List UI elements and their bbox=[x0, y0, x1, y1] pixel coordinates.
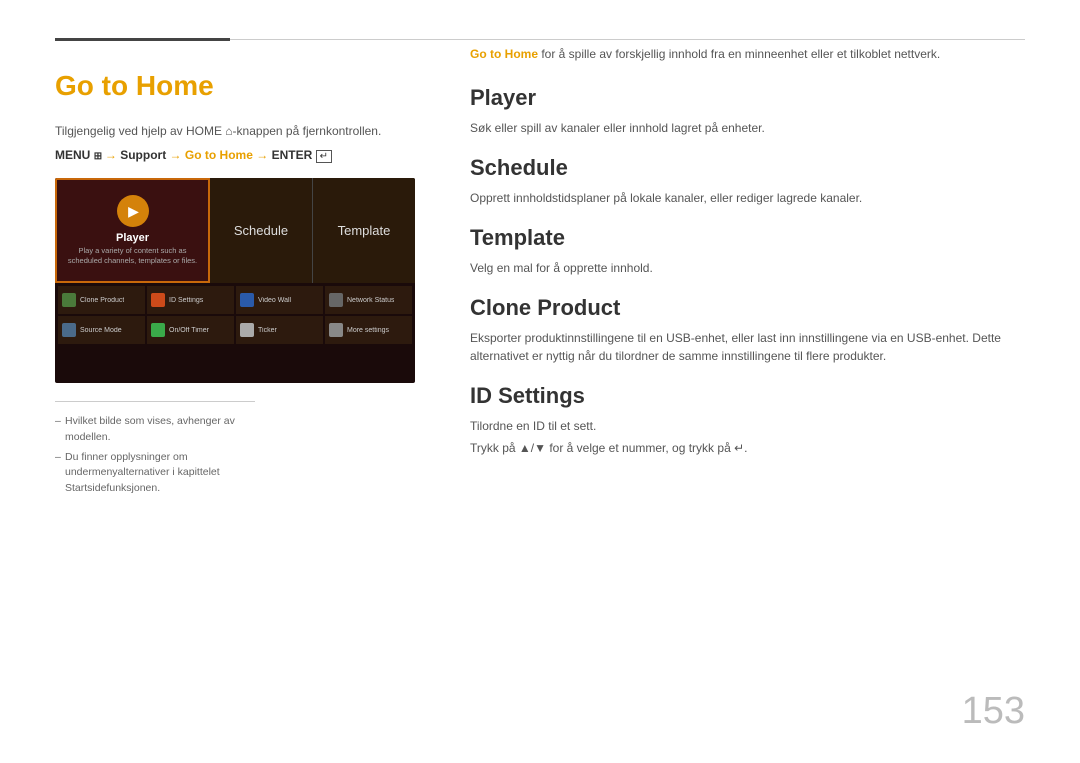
screen-bottom-grid: Clone Product ID Settings Video Wall Net… bbox=[55, 283, 415, 347]
line-light bbox=[230, 39, 1025, 40]
grid-icon-video bbox=[240, 293, 254, 307]
schedule-tile-label: Schedule bbox=[234, 223, 288, 238]
grid-item-more: More settings bbox=[325, 316, 412, 344]
template-tile: Template bbox=[313, 178, 415, 283]
grid-icon-source bbox=[62, 323, 76, 337]
arrow1: → bbox=[105, 148, 120, 162]
go-to-home-path: Go to Home bbox=[185, 148, 253, 162]
top-decorative-lines bbox=[0, 38, 1080, 41]
grid-icon-network bbox=[329, 293, 343, 307]
grid-icon-clone bbox=[62, 293, 76, 307]
grid-item-network: Network Status bbox=[325, 286, 412, 314]
player-tile-sub: Play a variety of content such as schedu… bbox=[65, 246, 200, 266]
left-column: Go to Home Tilgjengelig ved hjelp av HOM… bbox=[0, 0, 430, 763]
section-desc-template: Velg en mal for å opprette innhold. bbox=[470, 259, 1025, 277]
screen-top-bar: Player Play a variety of content such as… bbox=[55, 178, 415, 283]
grid-item-source: Source Mode bbox=[58, 316, 145, 344]
menu-path: MENU ⊞ → Support → Go to Home → ENTER ↵ bbox=[55, 148, 395, 163]
grid-item-video: Video Wall bbox=[236, 286, 323, 314]
screen-mockup: Player Play a variety of content such as… bbox=[55, 178, 415, 383]
right-intro: Go to Home for å spille av forskjellig i… bbox=[470, 40, 1025, 63]
section-title-player: Player bbox=[470, 85, 1025, 111]
arrow3: → bbox=[256, 148, 271, 162]
section-title-id: ID Settings bbox=[470, 383, 1025, 409]
go-to-home-link: Go to Home bbox=[470, 47, 538, 61]
grid-icon-timer bbox=[151, 323, 165, 337]
grid-item-id: ID Settings bbox=[147, 286, 234, 314]
grid-label-more: More settings bbox=[347, 327, 389, 334]
grid-label-clone: Clone Product bbox=[80, 297, 124, 304]
grid-label-network: Network Status bbox=[347, 297, 394, 304]
right-column: Go to Home for å spille av forskjellig i… bbox=[430, 0, 1080, 763]
grid-label-source: Source Mode bbox=[80, 327, 122, 334]
schedule-tile: Schedule bbox=[210, 178, 313, 283]
grid-icon-ticker bbox=[240, 323, 254, 337]
footnote-2: Du finner opplysninger om undermenyalter… bbox=[55, 450, 255, 497]
section-title-clone: Clone Product bbox=[470, 295, 1025, 321]
grid-item-ticker: Ticker bbox=[236, 316, 323, 344]
grid-label-ticker: Ticker bbox=[258, 327, 277, 334]
section-title-schedule: Schedule bbox=[470, 155, 1025, 181]
template-tile-label: Template bbox=[338, 223, 391, 238]
menu-icon: ⊞ bbox=[94, 151, 105, 162]
grid-icon-id bbox=[151, 293, 165, 307]
page-title: Go to Home bbox=[55, 70, 395, 102]
section-desc-id-2: Trykk på ▲/▼ for å velge et nummer, og t… bbox=[470, 439, 1025, 457]
enter-icon: ↵ bbox=[316, 150, 332, 163]
grid-item-timer: On/Off Timer bbox=[147, 316, 234, 344]
support-label: Support bbox=[120, 148, 166, 162]
section-desc-player: Søk eller spill av kanaler eller innhold… bbox=[470, 119, 1025, 137]
enter-label: ENTER bbox=[272, 148, 313, 162]
grid-icon-more bbox=[329, 323, 343, 337]
footnotes: Hvilket bilde som vises, avhenger av mod… bbox=[55, 401, 255, 497]
grid-label-video: Video Wall bbox=[258, 297, 291, 304]
player-play-icon bbox=[117, 195, 149, 227]
grid-label-timer: On/Off Timer bbox=[169, 327, 209, 334]
menu-label: MENU bbox=[55, 148, 90, 162]
arrow2: → bbox=[170, 148, 185, 162]
right-intro-rest: for å spille av forskjellig innhold fra … bbox=[538, 47, 940, 61]
footnote-1: Hvilket bilde som vises, avhenger av mod… bbox=[55, 414, 255, 446]
section-desc-schedule: Opprett innholdstidsplaner på lokale kan… bbox=[470, 189, 1025, 207]
page-number: 153 bbox=[962, 690, 1025, 733]
section-desc-clone: Eksporter produktinnstillingene til en U… bbox=[470, 329, 1025, 365]
grid-item-clone: Clone Product bbox=[58, 286, 145, 314]
player-tile: Player Play a variety of content such as… bbox=[55, 178, 210, 283]
section-desc-id-1: Tilordne en ID til et sett. bbox=[470, 417, 1025, 435]
player-tile-title: Player bbox=[116, 232, 149, 244]
grid-label-id: ID Settings bbox=[169, 297, 203, 304]
line-dark bbox=[55, 38, 230, 41]
section-title-template: Template bbox=[470, 225, 1025, 251]
intro-text: Tilgjengelig ved hjelp av HOME ⌂-knappen… bbox=[55, 122, 395, 140]
